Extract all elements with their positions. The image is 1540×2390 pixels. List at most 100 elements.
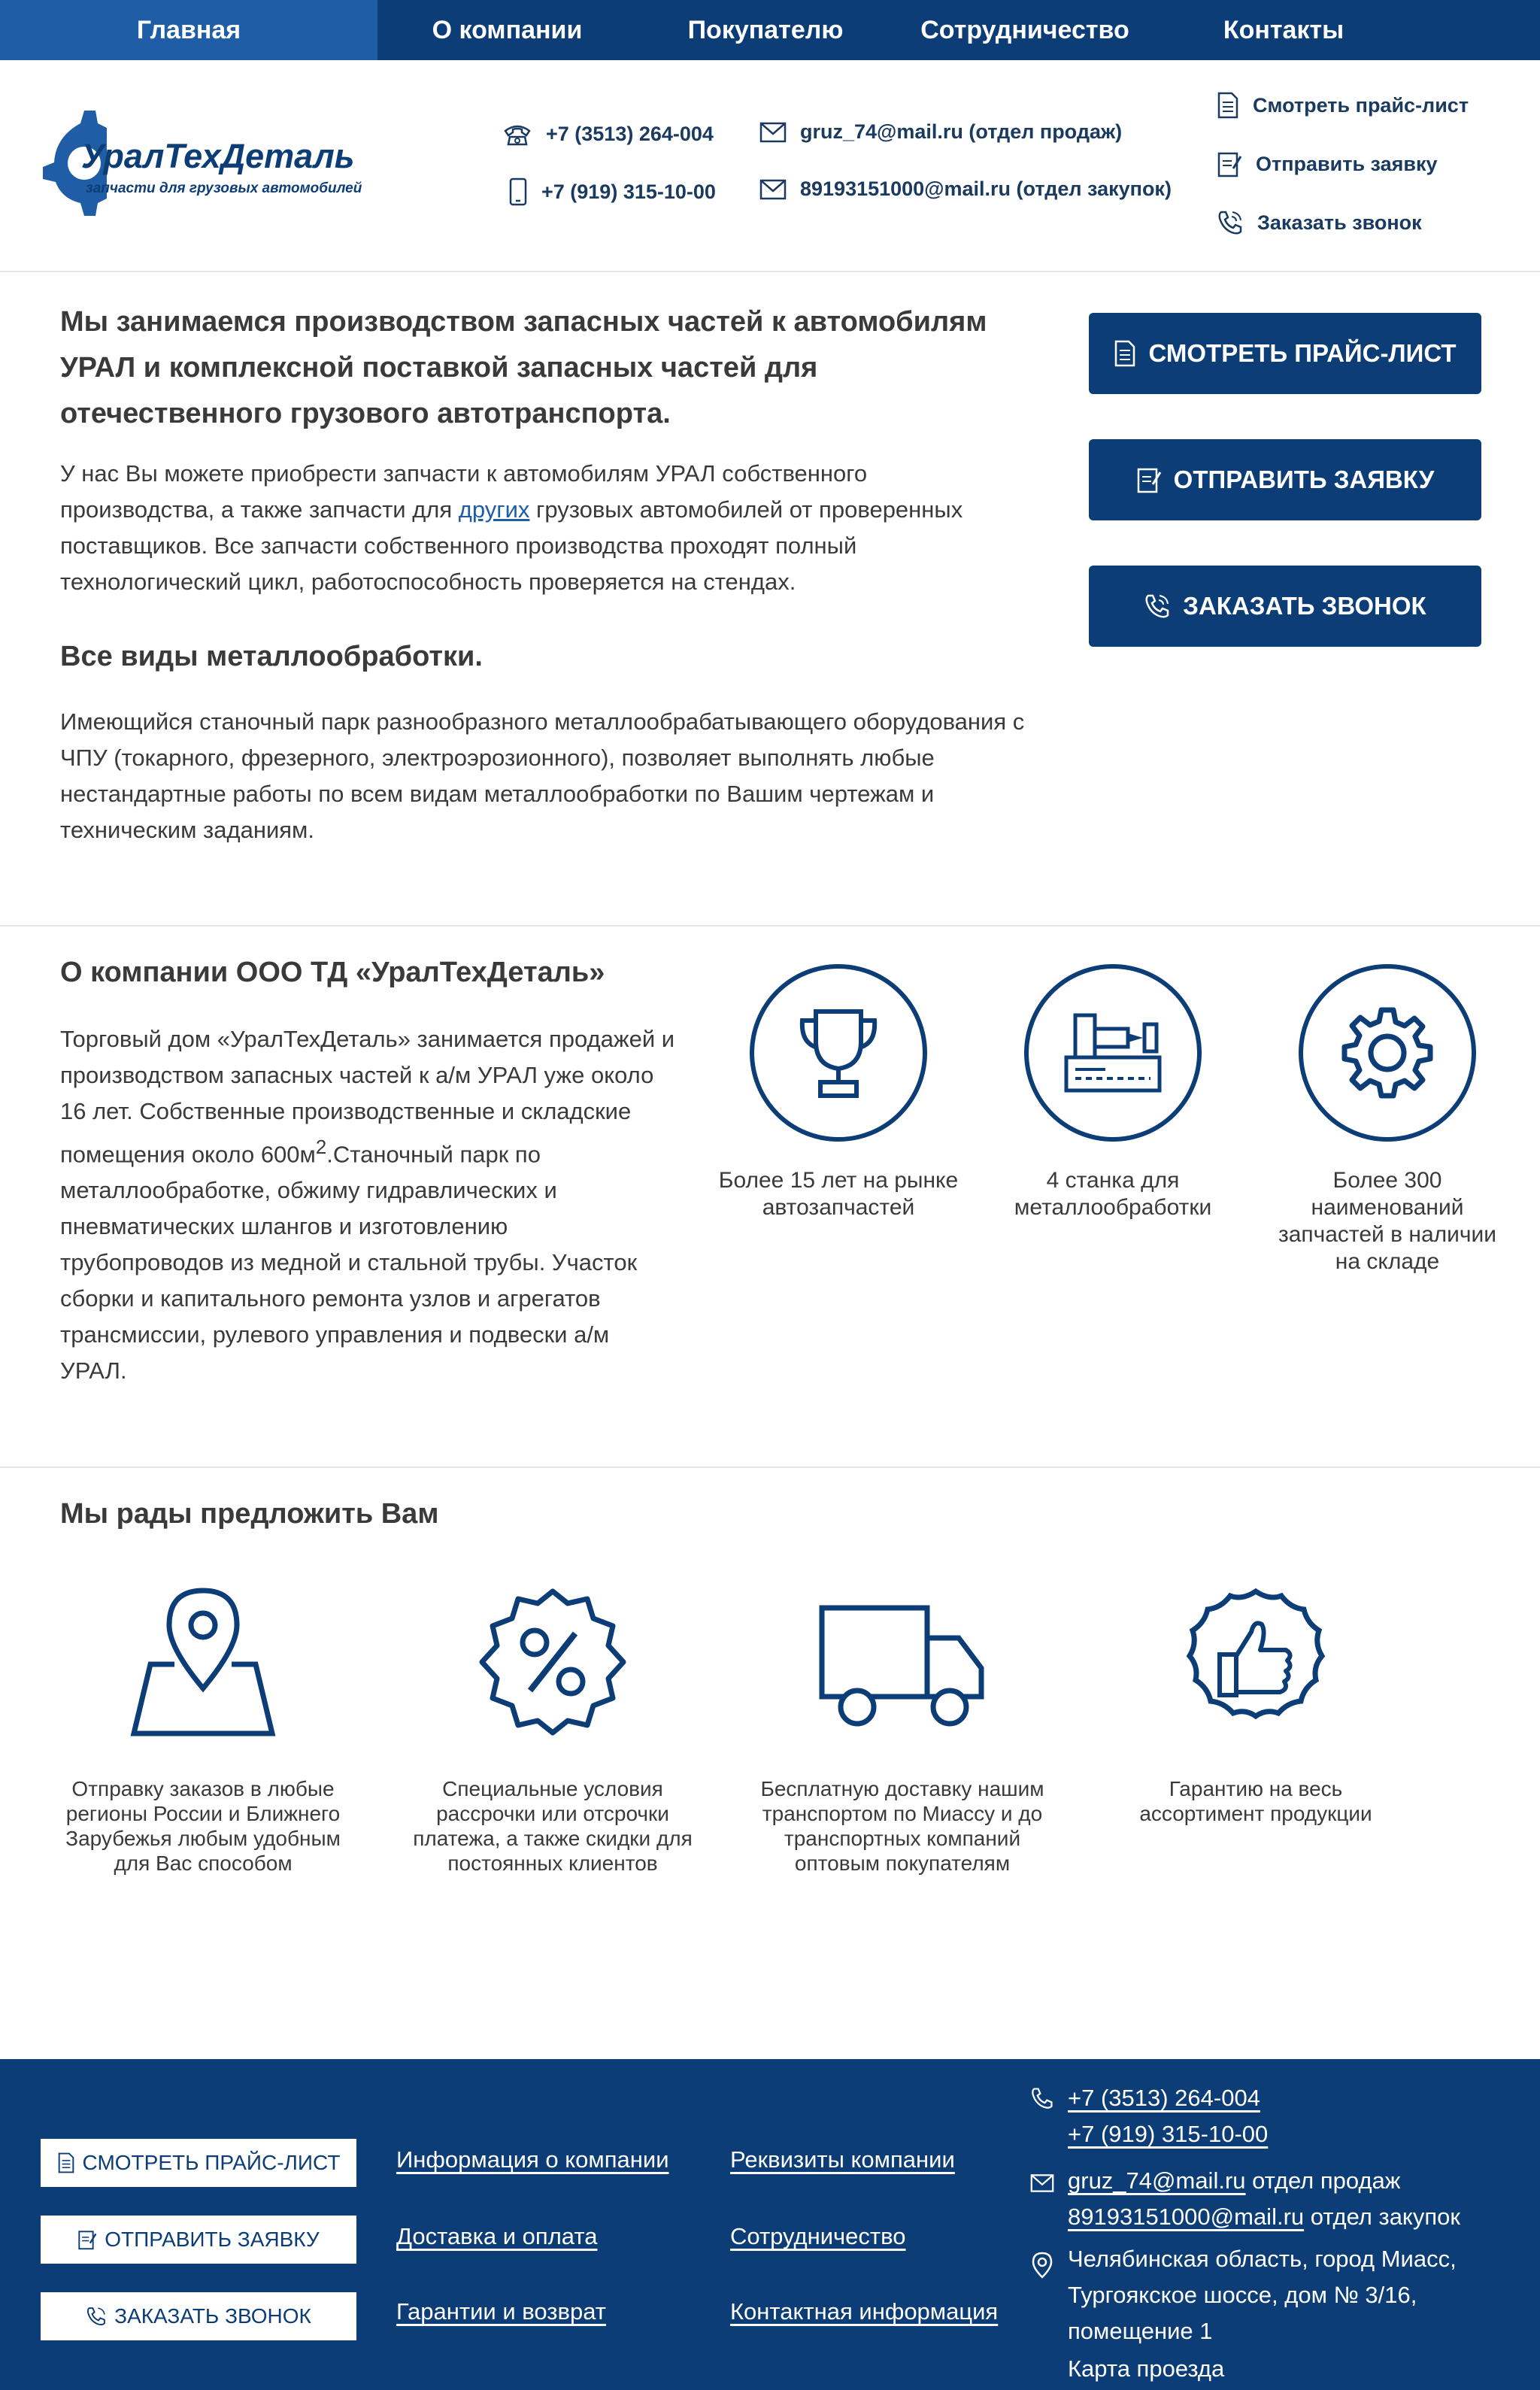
offer-icon-wrap: [53, 1579, 353, 1745]
offer-heading: Мы рады предложить Вам: [60, 1498, 439, 1530]
header-link-call[interactable]: Заказать звонок: [1217, 209, 1422, 236]
phone-link-2[interactable]: +7 (919) 315-10-00: [541, 180, 716, 204]
site-logo[interactable]: УралТехДеталь запчасти для грузовых авто…: [39, 107, 370, 220]
footer-link-contacts[interactable]: Контактная информация: [730, 2298, 998, 2325]
header-email-2: 89193151000@mail.ru (отдел закупок): [759, 177, 1172, 201]
document-icon: [58, 2152, 74, 2173]
footer-phone-2[interactable]: +7 (919) 315-10-00: [1068, 2121, 1268, 2147]
header-link-request-label: Отправить заявку: [1256, 152, 1438, 175]
email-link-1[interactable]: gruz_74@mail.ru (отдел продаж): [800, 120, 1122, 144]
footer-link-cooperation[interactable]: Сотрудничество: [730, 2223, 905, 2250]
footer-link-warranty[interactable]: Гарантии и возврат: [396, 2298, 606, 2325]
footer-email-2[interactable]: 89193151000@mail.ru: [1068, 2203, 1304, 2230]
feature-circle: [1024, 964, 1202, 1142]
phone-call-icon: [1218, 211, 1242, 235]
feature-stock-text: Более 300 наименований запчастей в налич…: [1278, 1168, 1497, 1274]
truck-icon: [819, 1605, 984, 1727]
gear-icon: [1341, 1007, 1433, 1099]
view-price-button-label: СМОТРЕТЬ ПРАЙС-ЛИСТ: [1148, 339, 1457, 367]
offer-icon-wrap: [1105, 1579, 1406, 1745]
send-request-button[interactable]: ОТПРАВИТЬ ЗАЯВКУ: [1089, 439, 1481, 520]
metalwork-heading: Все виды металлообработки.: [60, 641, 483, 672]
about-paragraph: Торговый дом «УралТехДеталь» занимается …: [60, 1021, 677, 1389]
hero-paragraph-1: У нас Вы можете приобрести запчасти к ав…: [60, 456, 1023, 600]
nav-item-buyer[interactable]: Покупателю: [637, 0, 894, 60]
send-request-button-label: ОТПРАВИТЬ ЗАЯВКУ: [1173, 466, 1435, 493]
header-link-request[interactable]: Отправить заявку: [1217, 150, 1438, 177]
about-heading: О компании ООО ТД «УралТехДеталь»: [60, 957, 605, 988]
offer-text: Бесплатную доставку нашим транспортом по…: [760, 1777, 1044, 1875]
offer-payment-terms: Специальные условия рассрочки или отсроч…: [402, 1579, 703, 1876]
header-link-price[interactable]: Смотреть прайс-лист: [1217, 92, 1469, 119]
phone-icon: [1032, 2088, 1053, 2109]
form-edit-icon: [1137, 468, 1161, 493]
offer-free-delivery: Бесплатную доставку нашим транспортом по…: [752, 1579, 1053, 1876]
header-phone-2: +7 (919) 315-10-00: [508, 177, 716, 206]
phone-call-icon: [87, 2307, 106, 2326]
mobile-phone-icon: [509, 177, 527, 206]
offer-text: Специальные условия рассрочки или отсроч…: [413, 1777, 693, 1875]
logo-title: УралТехДеталь: [81, 137, 355, 175]
document-icon: [1217, 92, 1238, 119]
form-edit-icon: [1217, 152, 1242, 177]
view-price-button[interactable]: СМОТРЕТЬ ПРАЙС-ЛИСТ: [1089, 313, 1481, 394]
about-paragraph-text-b: .Станочный парк по металлообработке, обж…: [60, 1141, 638, 1385]
footer-view-price-button[interactable]: СМОТРЕТЬ ПРАЙС-ЛИСТ: [41, 2139, 356, 2187]
about-paragraph-sup: 2: [315, 1137, 327, 1158]
footer-email-1[interactable]: gruz_74@mail.ru: [1068, 2167, 1246, 2194]
footer-emails: gruz_74@mail.ru отдел продаж 89193151000…: [1068, 2163, 1460, 2235]
site-header: УралТехДеталь запчасти для грузовых авто…: [0, 60, 1540, 272]
feature-circle: [750, 964, 927, 1142]
offer-icon-wrap: [752, 1579, 1053, 1745]
document-icon: [1115, 340, 1135, 367]
footer-order-call-button[interactable]: ЗАКАЗАТЬ ЗВОНОК: [41, 2292, 356, 2340]
envelope-icon: [1030, 2174, 1054, 2192]
phone-call-icon: [1145, 594, 1169, 618]
metalwork-paragraph: Имеющийся станочный парк разнообразного …: [60, 708, 1025, 843]
order-call-button[interactable]: ЗАКАЗАТЬ ЗВОНОК: [1089, 566, 1481, 647]
nav-item-contacts[interactable]: Контакты: [1156, 0, 1411, 60]
header-link-price-label: Смотреть прайс-лист: [1253, 93, 1469, 117]
other-trucks-link[interactable]: других: [459, 496, 530, 523]
footer-phone-1[interactable]: +7 (3513) 264-004: [1068, 2085, 1260, 2111]
section-divider: [0, 925, 1540, 927]
phone-link-1[interactable]: +7 (3513) 264-004: [546, 123, 714, 146]
footer-order-call-label: ЗАКАЗАТЬ ЗВОНОК: [114, 2304, 311, 2328]
footer-link-delivery[interactable]: Доставка и оплата: [396, 2223, 597, 2250]
footer-send-request-button[interactable]: ОТПРАВИТЬ ЗАЯВКУ: [41, 2216, 356, 2264]
footer-link-requisites[interactable]: Реквизиты компании: [730, 2146, 955, 2173]
section-divider: [0, 1466, 1540, 1468]
phone-icon: [504, 125, 531, 146]
hero-title: Мы занимаемся производством запасных час…: [60, 306, 987, 429]
header-link-call-label: Заказать звонок: [1257, 211, 1422, 234]
footer-send-request-label: ОТПРАВИТЬ ЗАЯВКУ: [105, 2228, 320, 2251]
offer-icon-wrap: [402, 1579, 703, 1745]
site-footer: СМОТРЕТЬ ПРАЙС-ЛИСТ ОТПРАВИТЬ ЗАЯВКУ ЗАК…: [0, 2059, 1540, 2390]
nav-item-about[interactable]: О компании: [377, 0, 637, 60]
envelope-icon: [759, 122, 787, 142]
location-pin-icon: [1032, 2252, 1053, 2279]
thumbs-up-icon: [1186, 1588, 1326, 1720]
logo-subtitle: запчасти для грузовых автомобилей: [86, 180, 362, 196]
feature-stock: Более 300 наименований запчастей в налич…: [1267, 964, 1508, 1275]
form-edit-icon: [78, 2231, 97, 2250]
top-navigation: Главная О компании Покупателю Сотрудниче…: [0, 0, 1540, 60]
footer-address: Челябинская область, город Миасс, Тургоя…: [1068, 2246, 1457, 2344]
footer-phones: +7 (3513) 264-004 +7 (919) 315-10-00: [1068, 2080, 1268, 2152]
nav-item-home[interactable]: Главная: [0, 0, 377, 60]
email-link-2[interactable]: 89193151000@mail.ru (отдел закупок): [800, 177, 1172, 201]
footer-map-link[interactable]: Карта проезда: [1068, 2351, 1224, 2387]
footer-email-2-note: отдел закупок: [1304, 2203, 1460, 2230]
header-phone-1: +7 (3513) 264-004: [502, 120, 714, 147]
offer-delivery-regions: Отправку заказов в любые регионы России …: [53, 1579, 353, 1876]
offer-text: Гарантию на весь ассортимент продукции: [1139, 1777, 1372, 1825]
header-email-1: gruz_74@mail.ru (отдел продаж): [759, 120, 1122, 144]
feature-machines-text: 4 станка для металлообработки: [1014, 1168, 1212, 1220]
feature-experience: Более 15 лет на рынке автозапчастей: [718, 964, 959, 1221]
footer-link-company-info[interactable]: Информация о компании: [396, 2146, 669, 2173]
map-pin-icon: [130, 1588, 276, 1736]
feature-machines: 4 станка для металлообработки: [993, 964, 1233, 1221]
offer-warranty: Гарантию на весь ассортимент продукции: [1105, 1579, 1406, 1826]
trophy-icon: [799, 1009, 878, 1098]
nav-item-cooperation[interactable]: Сотрудничество: [894, 0, 1156, 60]
